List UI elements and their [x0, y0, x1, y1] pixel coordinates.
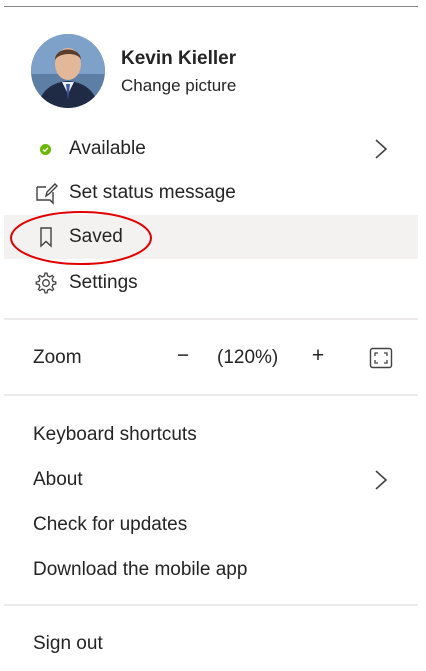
check-updates-item[interactable]: Check for updates	[4, 503, 418, 547]
chevron-right-icon	[375, 139, 388, 159]
fullscreen-icon[interactable]	[369, 347, 393, 369]
divider	[4, 318, 418, 320]
avatar[interactable]	[31, 34, 105, 108]
set-status-message[interactable]: Set status message	[4, 171, 418, 215]
saved-item[interactable]: Saved	[4, 215, 418, 259]
zoom-label: Zoom	[33, 347, 82, 368]
change-picture-link[interactable]: Change picture	[121, 76, 236, 96]
top-border	[4, 6, 418, 7]
settings-item[interactable]: Settings	[4, 261, 418, 305]
status-available[interactable]: Available	[4, 127, 418, 171]
divider	[4, 604, 418, 606]
zoom-row: Zoom − (120%) +	[4, 336, 418, 380]
download-mobile-label: Download the mobile app	[33, 559, 248, 580]
keyboard-shortcuts-label: Keyboard shortcuts	[33, 424, 197, 445]
check-updates-label: Check for updates	[33, 514, 188, 535]
bookmark-icon	[40, 227, 52, 248]
edit-icon	[36, 183, 58, 205]
user-name: Kevin Kieller	[121, 48, 237, 69]
download-mobile-item[interactable]: Download the mobile app	[4, 548, 418, 592]
zoom-level: (120%)	[217, 347, 279, 368]
check-circle-icon	[40, 144, 51, 155]
sign-out-label: Sign out	[33, 633, 103, 654]
sign-out-item[interactable]: Sign out	[4, 622, 418, 666]
zoom-out-button[interactable]: −	[172, 341, 194, 371]
zoom-in-button[interactable]: +	[307, 341, 329, 371]
divider	[4, 394, 418, 396]
status-label: Available	[69, 138, 146, 159]
saved-label: Saved	[69, 226, 123, 247]
about-label: About	[33, 469, 83, 490]
settings-label: Settings	[69, 272, 138, 293]
set-status-label: Set status message	[69, 182, 236, 203]
chevron-right-icon	[375, 470, 388, 490]
keyboard-shortcuts-item[interactable]: Keyboard shortcuts	[4, 413, 418, 457]
gear-icon	[35, 272, 57, 294]
about-item[interactable]: About	[4, 458, 418, 502]
